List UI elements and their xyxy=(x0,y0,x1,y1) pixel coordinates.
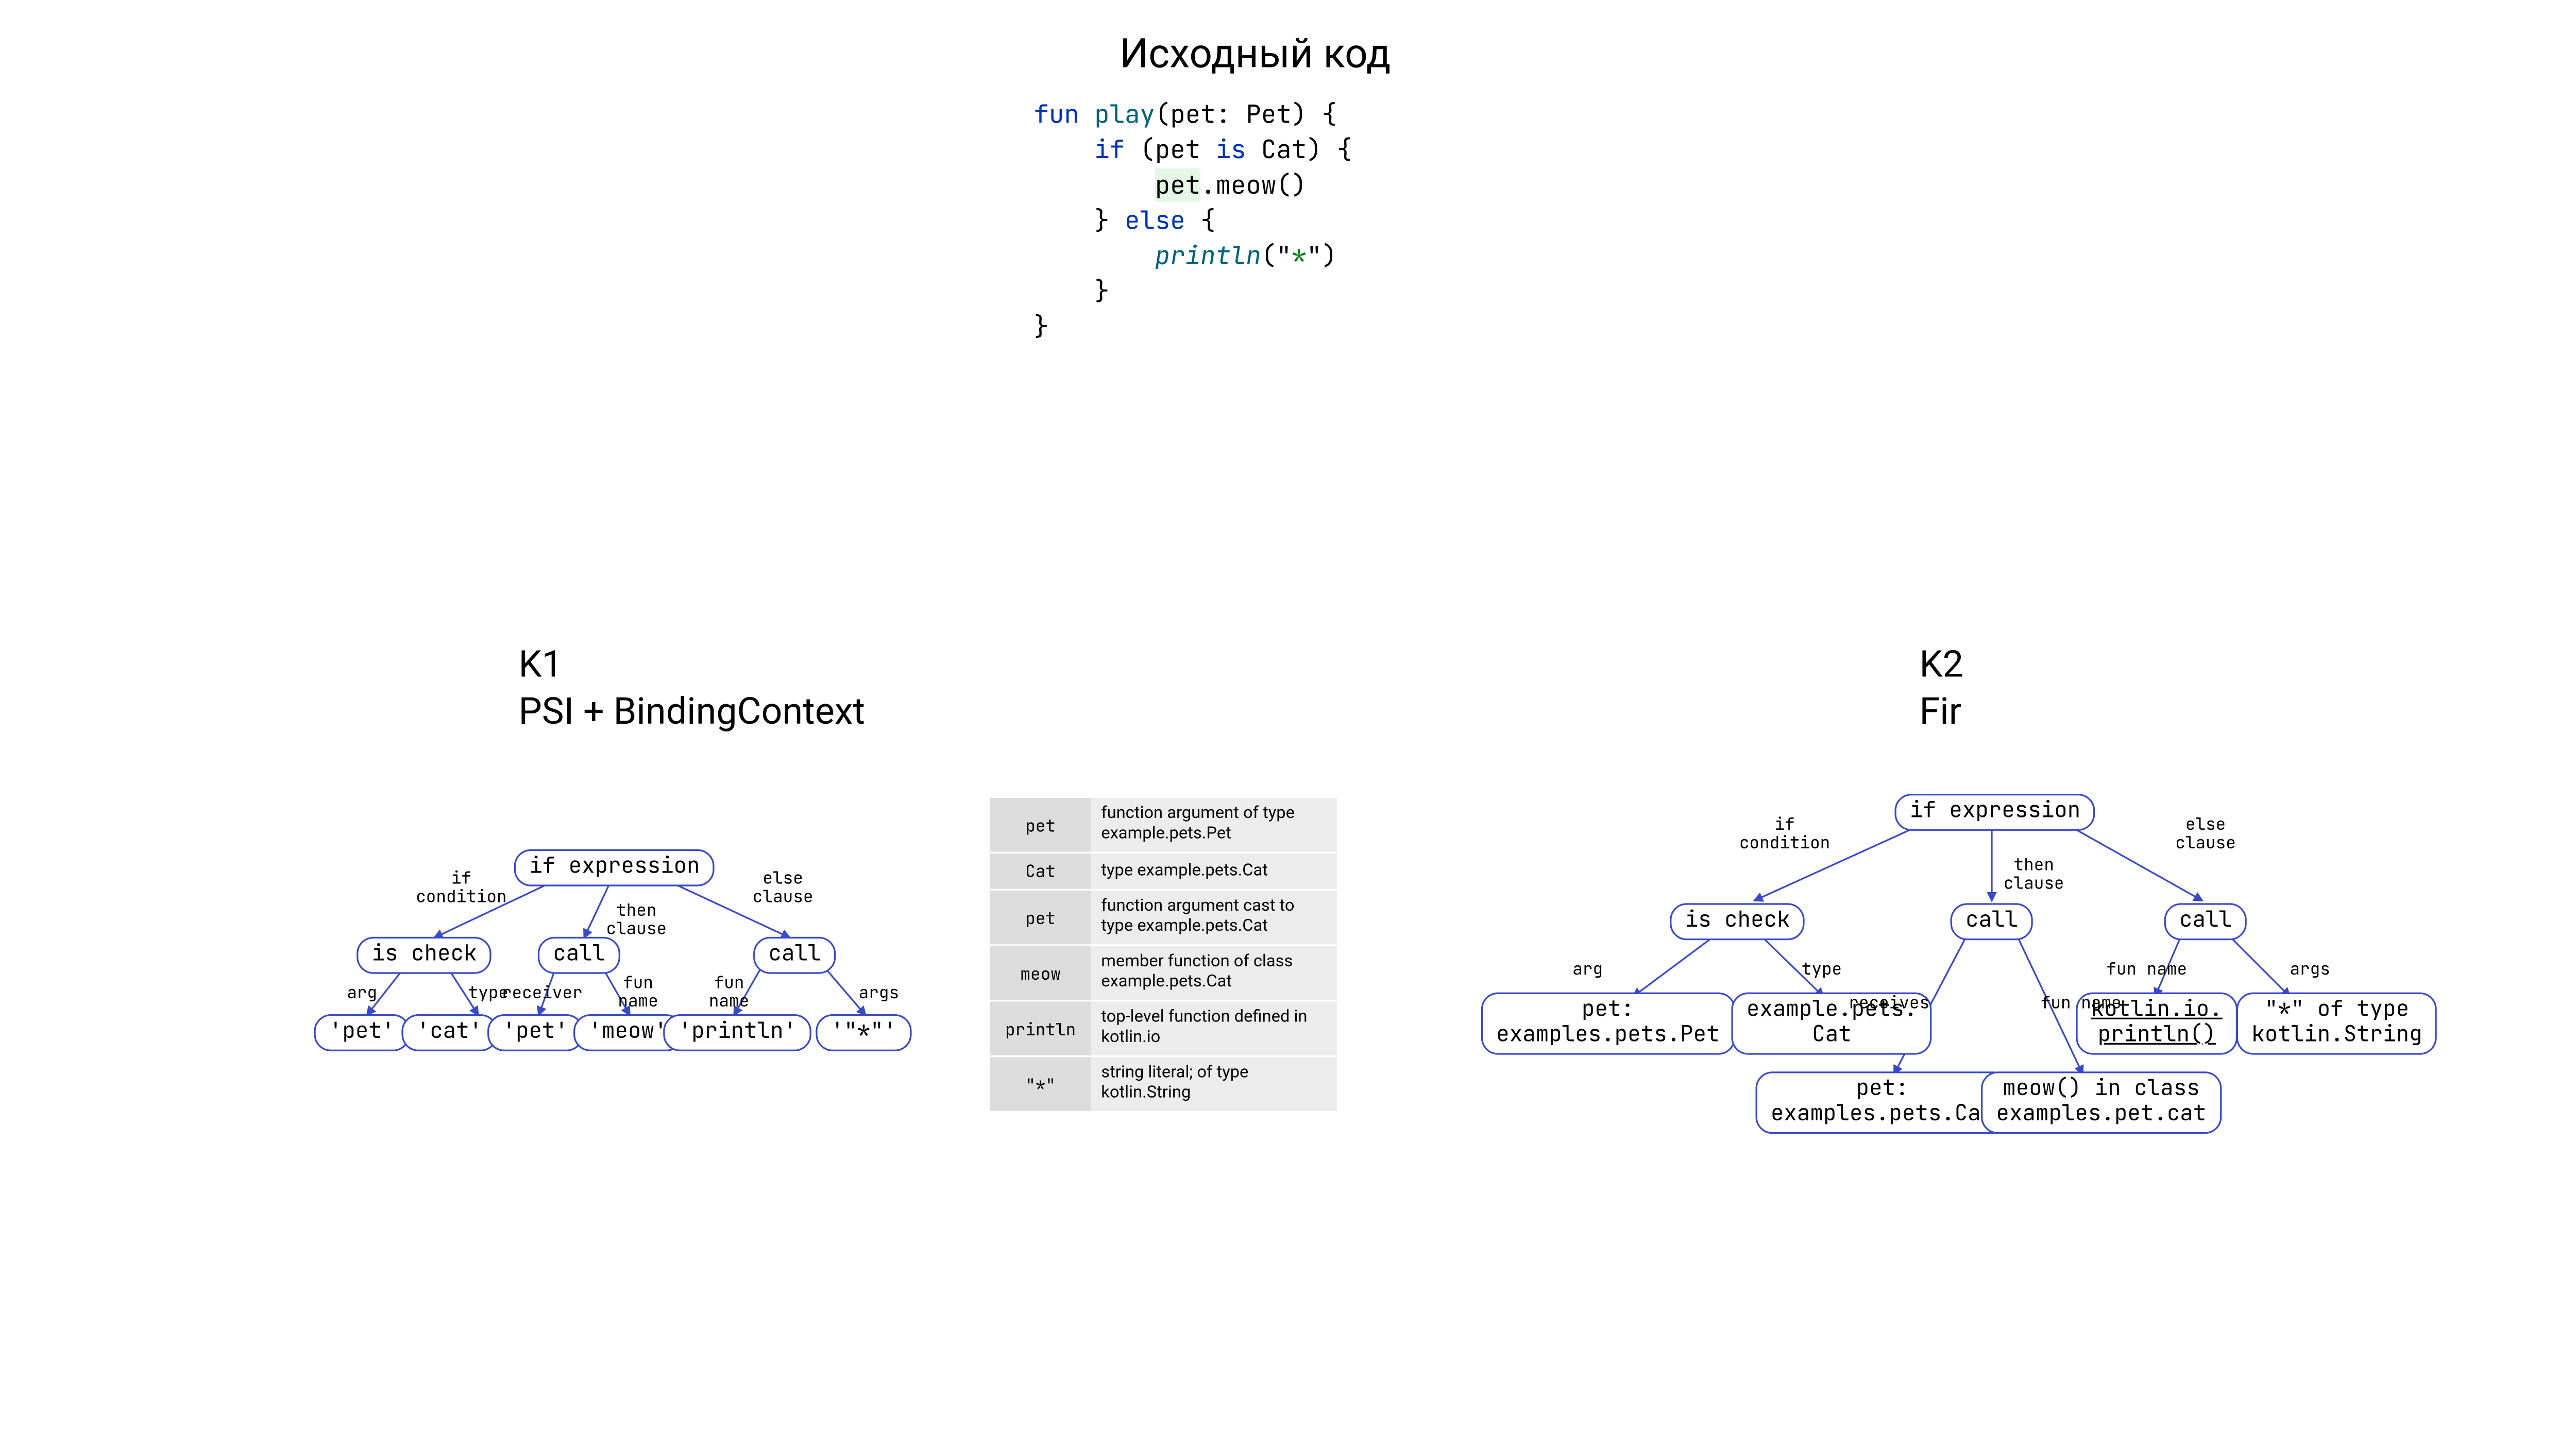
code-kw-if: if xyxy=(1034,133,1125,166)
k2-node-starstr: "*" of type kotlin.String xyxy=(2236,993,2437,1055)
table-row: meowmember function of class example.pet… xyxy=(990,945,1337,1001)
code-ifcond2: Cat) { xyxy=(1246,133,1352,166)
k2-edge-ifcond: if condition xyxy=(1739,815,1830,852)
k2-edge-type: type xyxy=(1802,960,1842,978)
code-kw-fun: fun xyxy=(1034,98,1079,131)
k2-edge-receives: receives xyxy=(1849,993,1929,1012)
k2-edge-args: args xyxy=(2290,960,2330,978)
k2-edge-arg: arg xyxy=(1572,960,1603,978)
bc-key: Cat xyxy=(990,852,1091,890)
code-fn-println: println xyxy=(1155,239,1261,272)
bc-key: "*" xyxy=(990,1056,1091,1112)
code-close-then: } xyxy=(1034,203,1110,237)
k1-node-star: '"*"' xyxy=(816,1013,911,1051)
k1-node-pet2-text: 'pet' xyxy=(487,1014,583,1051)
bc-key: println xyxy=(990,1001,1091,1056)
k1-label-line2: PSI + BindingContext xyxy=(519,691,865,733)
bc-value: member function of class example.pets.Ca… xyxy=(1091,945,1337,1001)
k1-node-call-else-text: call xyxy=(753,937,836,974)
code-fn-play: play xyxy=(1094,98,1155,131)
k1-edge-arg: arg xyxy=(347,983,377,1001)
table-row: petfunction argument of type example.pet… xyxy=(990,798,1337,852)
code-println-arg2: ") xyxy=(1307,239,1337,272)
bc-value: type example.pets.Cat xyxy=(1091,852,1337,890)
k1-label-line1: K1 xyxy=(519,645,563,687)
k1-edge-ifcond: if condition xyxy=(416,868,506,906)
table-row: printlntop-level function defined in kot… xyxy=(990,1001,1337,1056)
code-ifcond1: (pet xyxy=(1125,133,1216,166)
k1-edge-funname1: fun name xyxy=(618,973,658,1010)
k2-node-root-text: if expression xyxy=(1894,794,2095,831)
source-code-block: fun play(pet: Pet) { if (pet is Cat) { p… xyxy=(1034,98,1505,345)
k1-node-call-then: call xyxy=(538,935,621,974)
k2-node-meowincat: meow() in class examples.pet.cat xyxy=(1981,1071,2222,1134)
k2-node-petcat: pet: examples.pets.Cat xyxy=(1756,1071,2009,1134)
k1-node-pet2: 'pet' xyxy=(487,1013,583,1051)
k2-node-starstr-text: "*" of type kotlin.String xyxy=(2236,993,2437,1055)
table-row: petfunction argument cast to type exampl… xyxy=(990,890,1337,945)
table-row: "*"string literal; of type kotlin.String xyxy=(990,1056,1337,1112)
bc-key: pet xyxy=(990,890,1091,945)
k2-node-petpet: pet: examples.pets.Pet xyxy=(1481,993,1735,1055)
k1-edge-then: then clause xyxy=(606,900,667,937)
code-println-arg1: (" xyxy=(1261,239,1292,272)
code-indent-pet xyxy=(1034,168,1155,202)
k2-label-line2: Fir xyxy=(1919,691,1961,733)
code-str-star: * xyxy=(1292,239,1307,272)
k2-edge-funname1: fun name xyxy=(2041,993,2122,1012)
k2-node-ischeck: is check xyxy=(1670,901,1805,940)
k1-node-call-else: call xyxy=(753,935,836,974)
heading-source: Исходный код xyxy=(1120,30,1391,78)
k1-node-pet1-text: 'pet' xyxy=(314,1014,410,1051)
k1-node-ischeck: is check xyxy=(357,935,492,974)
bc-value: function argument cast to type example.p… xyxy=(1091,890,1337,945)
k2-node-meowincat-text: meow() in class examples.pet.cat xyxy=(1981,1071,2222,1134)
k1-node-println: 'println' xyxy=(663,1013,811,1051)
code-indent-println xyxy=(1034,239,1155,272)
k1-node-cat-text: 'cat' xyxy=(401,1014,497,1051)
k2-label-line1: K2 xyxy=(1919,645,1963,687)
k2-node-root: if expression xyxy=(1894,792,2095,831)
k2-node-call-then-text: call xyxy=(1951,903,2033,940)
k2-node-call-then: call xyxy=(1951,901,2033,940)
k2-edge-funname2: fun name xyxy=(2106,960,2187,978)
k1-edge-funname2: fun name xyxy=(709,973,749,1010)
bc-value: string literal; of type kotlin.String xyxy=(1091,1056,1337,1112)
k2-node-ischeck-text: is check xyxy=(1670,903,1805,940)
k1-label: K1 PSI + BindingContext xyxy=(519,643,865,736)
bc-key: meow xyxy=(990,945,1091,1001)
k1-edge-receiver: receiver xyxy=(502,983,583,1001)
bc-value: function argument of type example.pets.P… xyxy=(1091,798,1337,852)
code-else-open: { xyxy=(1185,203,1216,237)
k1-node-println-text: 'println' xyxy=(663,1014,811,1051)
k1-node-root: if expression xyxy=(514,848,715,886)
code-kw-is: is xyxy=(1216,133,1246,166)
code-dot-meow: .meow() xyxy=(1200,168,1307,202)
code-pet-hl: pet xyxy=(1155,168,1200,202)
binding-context-table: petfunction argument of type example.pet… xyxy=(990,798,1337,1113)
k1-node-ischeck-text: is check xyxy=(357,937,492,974)
k1-node-star-text: '"*"' xyxy=(816,1014,911,1051)
k2-label: K2 Fir xyxy=(1919,643,1963,736)
bc-key: pet xyxy=(990,798,1091,852)
k2-edge-then: then clause xyxy=(2004,855,2064,892)
k1-node-pet1: 'pet' xyxy=(314,1013,410,1051)
k1-node-call-then-text: call xyxy=(538,937,621,974)
k2-node-petcat-text: pet: examples.pets.Cat xyxy=(1756,1071,2009,1134)
code-close-else: } xyxy=(1034,275,1110,308)
code-close-fun: } xyxy=(1034,310,1049,343)
k2-node-petpet-text: pet: examples.pets.Pet xyxy=(1481,993,1735,1055)
table-row: Cattype example.pets.Cat xyxy=(990,852,1337,890)
k1-node-cat: 'cat' xyxy=(401,1013,497,1051)
k2-node-call-else-text: call xyxy=(2164,903,2247,940)
code-kw-else: else xyxy=(1110,203,1185,237)
k1-node-root-text: if expression xyxy=(514,849,715,886)
bc-value: top-level function defined in kotlin.io xyxy=(1091,1001,1337,1056)
code-sig: (pet: Pet) { xyxy=(1155,98,1337,131)
k1-edge-else: else clause xyxy=(753,868,814,906)
k2-edge-else: else clause xyxy=(2175,815,2236,852)
k1-edge-args: args xyxy=(859,983,899,1001)
k2-node-call-else: call xyxy=(2164,901,2247,940)
